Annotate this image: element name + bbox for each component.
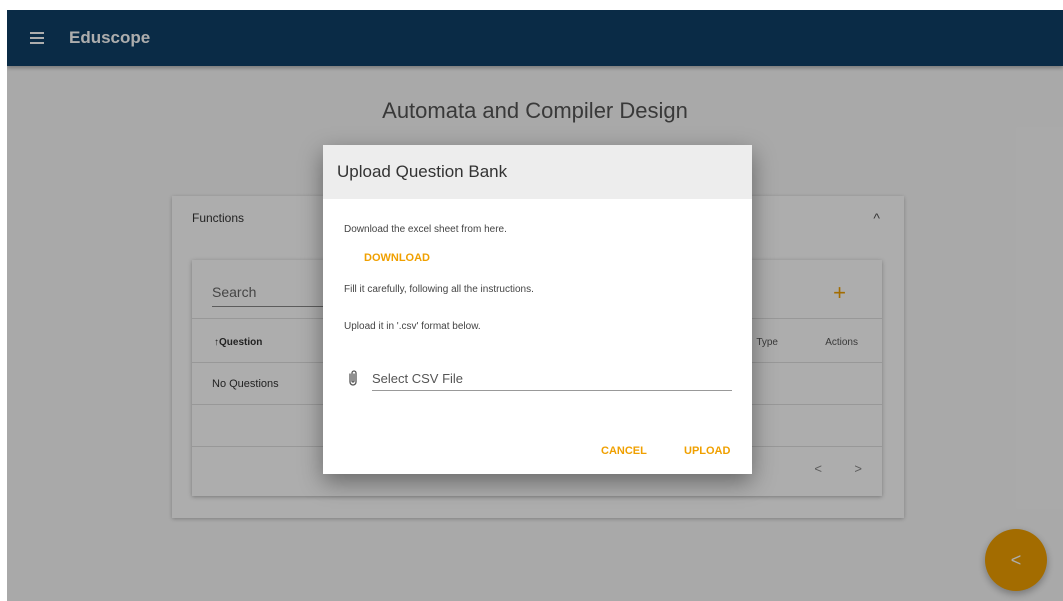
cancel-button[interactable]: CANCEL [601,445,647,457]
file-select-row [344,367,732,393]
paperclip-icon [349,370,357,386]
dialog-title: Upload Question Bank [337,162,508,181]
dialog-instruction-fill: Fill it carefully, following all the ins… [344,284,534,295]
dialog-instruction-upload: Upload it in '.csv' format below. [344,321,481,332]
csv-file-input[interactable] [372,367,732,391]
upload-button[interactable]: UPLOAD [684,445,730,457]
download-button[interactable]: DOWNLOAD [364,252,430,264]
upload-dialog: Upload Question Bank Download the excel … [323,145,752,474]
dialog-header: Upload Question Bank [323,145,752,199]
app-window: Eduscope Automata and Compiler Design Te… [7,10,1063,601]
dialog-instruction-download: Download the excel sheet from here. [344,224,507,235]
